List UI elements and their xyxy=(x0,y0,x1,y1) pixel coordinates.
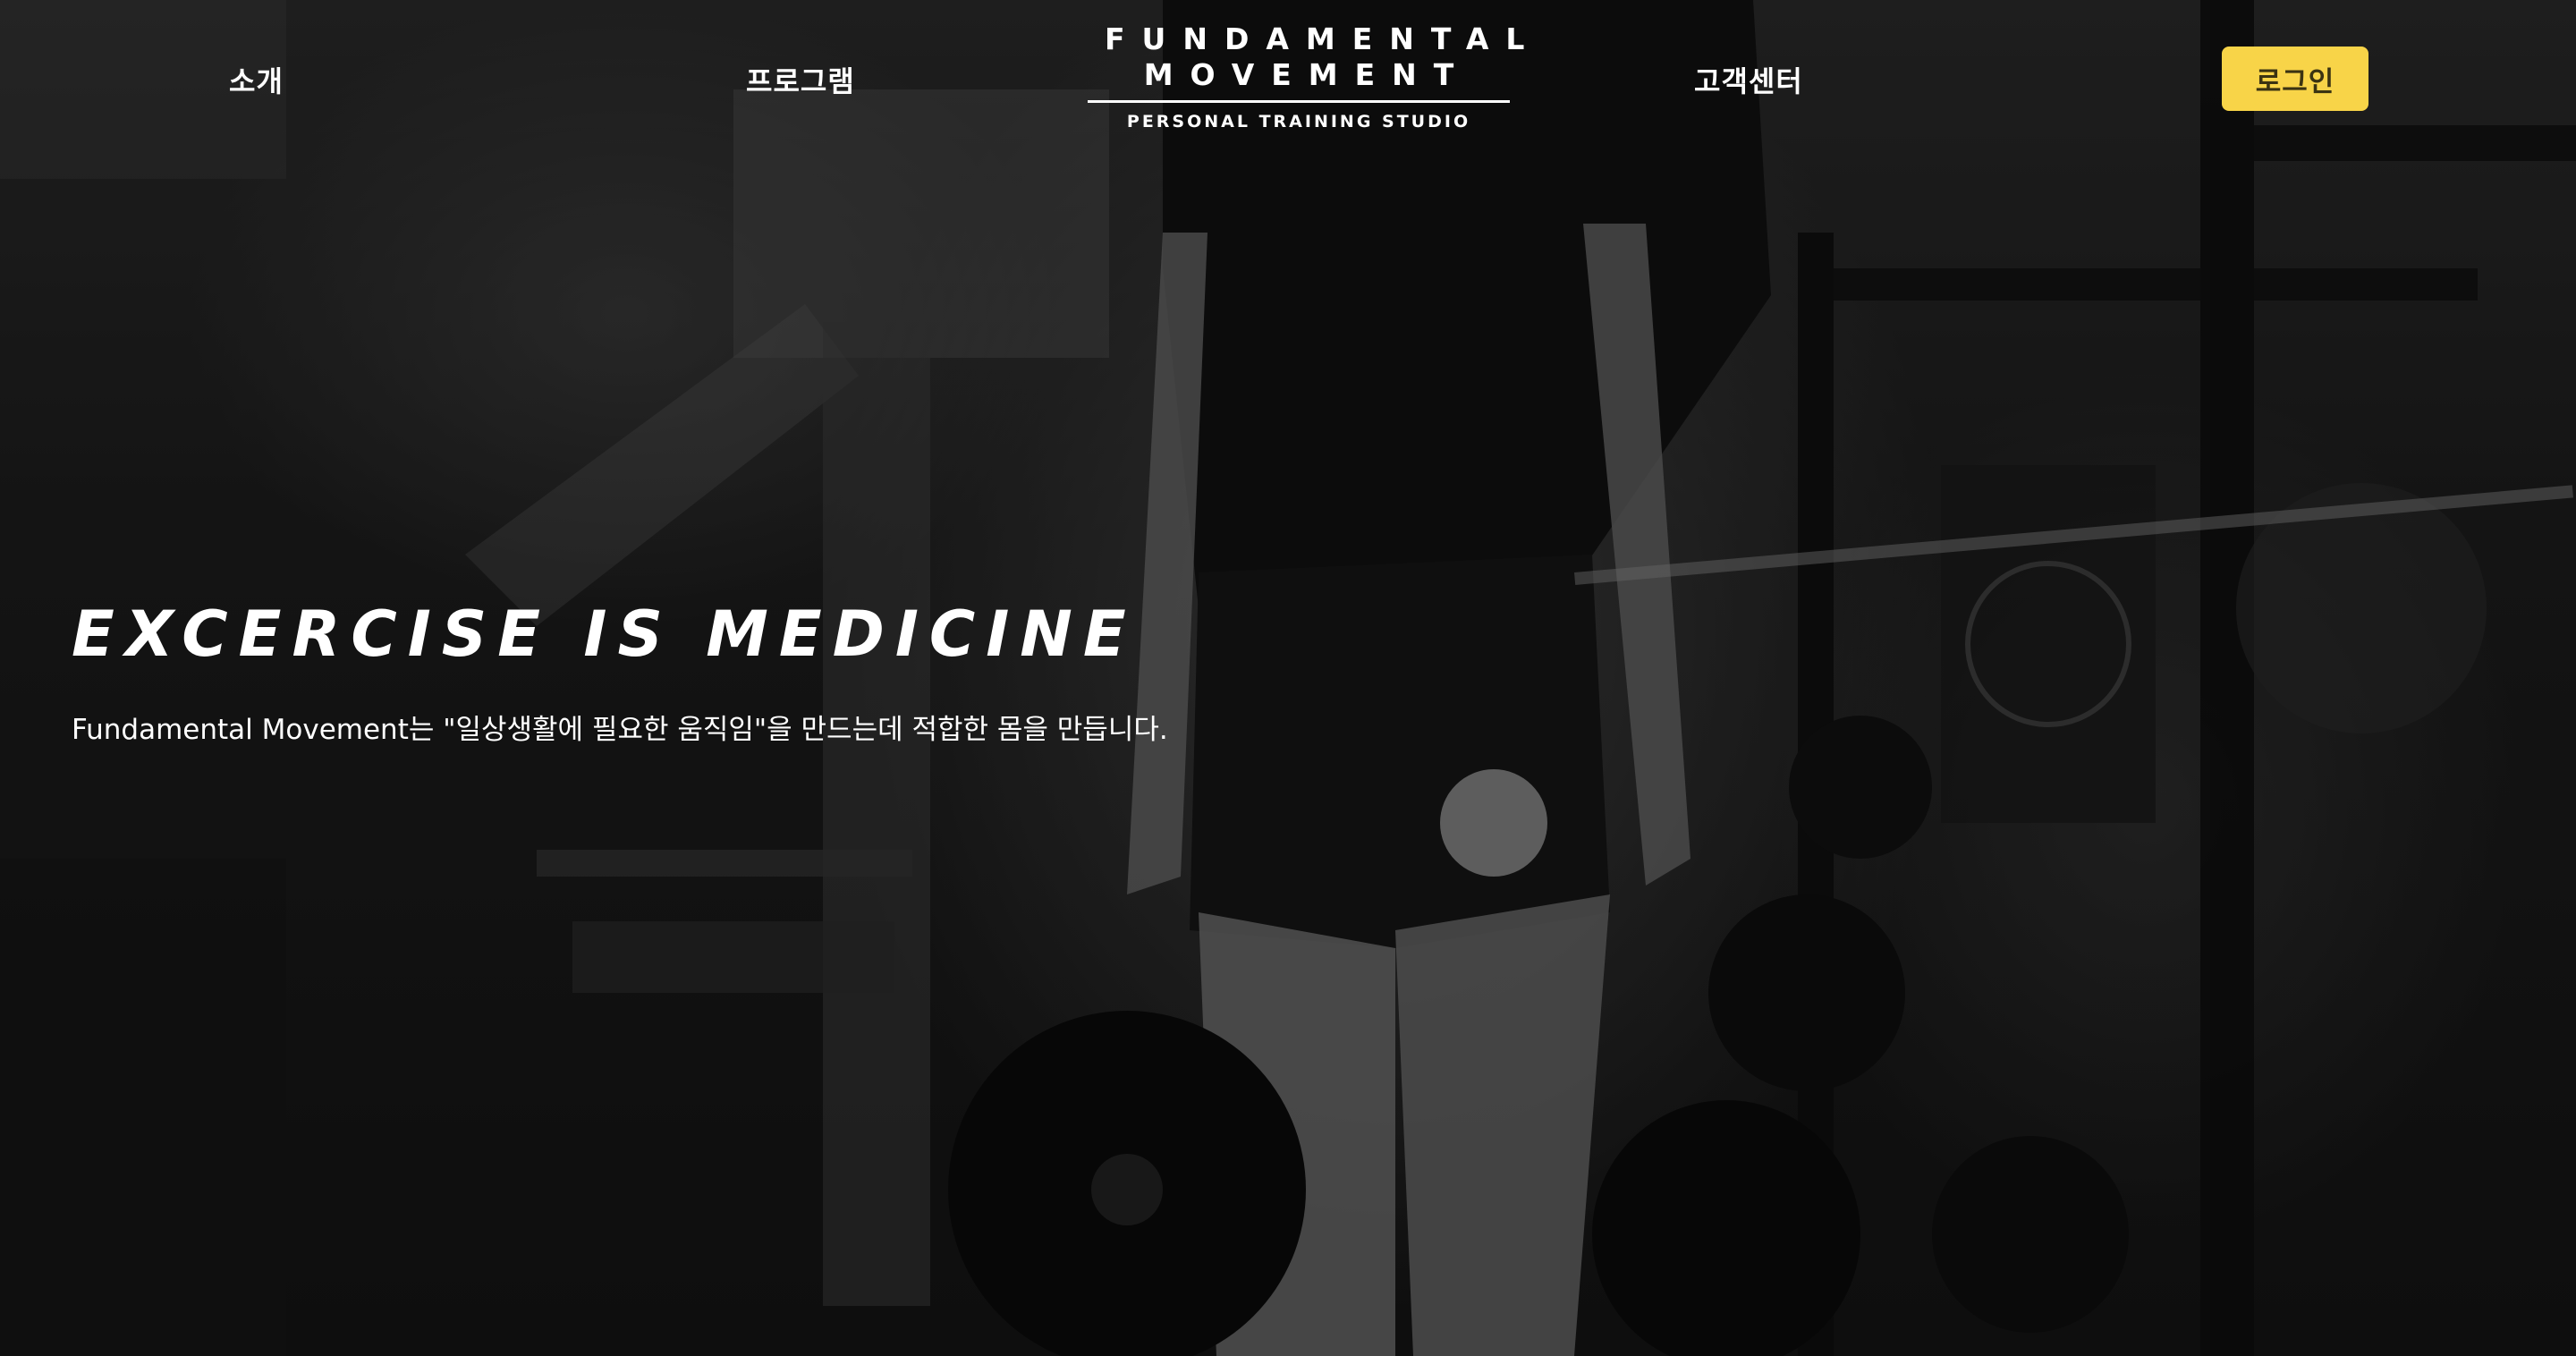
logo-divider xyxy=(1088,100,1510,103)
logo-subtitle: PERSONAL TRAINING STUDIO xyxy=(1126,112,1471,131)
logo-line-1: FUNDAMENTAL xyxy=(1105,21,1542,56)
nav-intro[interactable]: 소개 xyxy=(229,59,284,100)
nav-support[interactable]: 고객센터 xyxy=(1694,59,1803,100)
hero-section: 소개 프로그램 FUNDAMENTAL MOVEMENT PERSONAL TR… xyxy=(0,0,2576,1356)
dark-overlay xyxy=(0,0,2576,1356)
logo-line-2: MOVEMENT xyxy=(1143,57,1471,92)
hero-tagline: Fundamental Movement는 "일상생활에 필요한 움직임"을 만… xyxy=(72,714,1168,746)
nav-program[interactable]: 프로그램 xyxy=(746,59,855,100)
brand-logo[interactable]: FUNDAMENTAL MOVEMENT PERSONAL TRAINING S… xyxy=(1088,21,1542,131)
hero-headline: EXCERCISE IS MEDICINE xyxy=(72,597,1137,671)
login-button[interactable]: 로그인 xyxy=(2222,47,2368,111)
